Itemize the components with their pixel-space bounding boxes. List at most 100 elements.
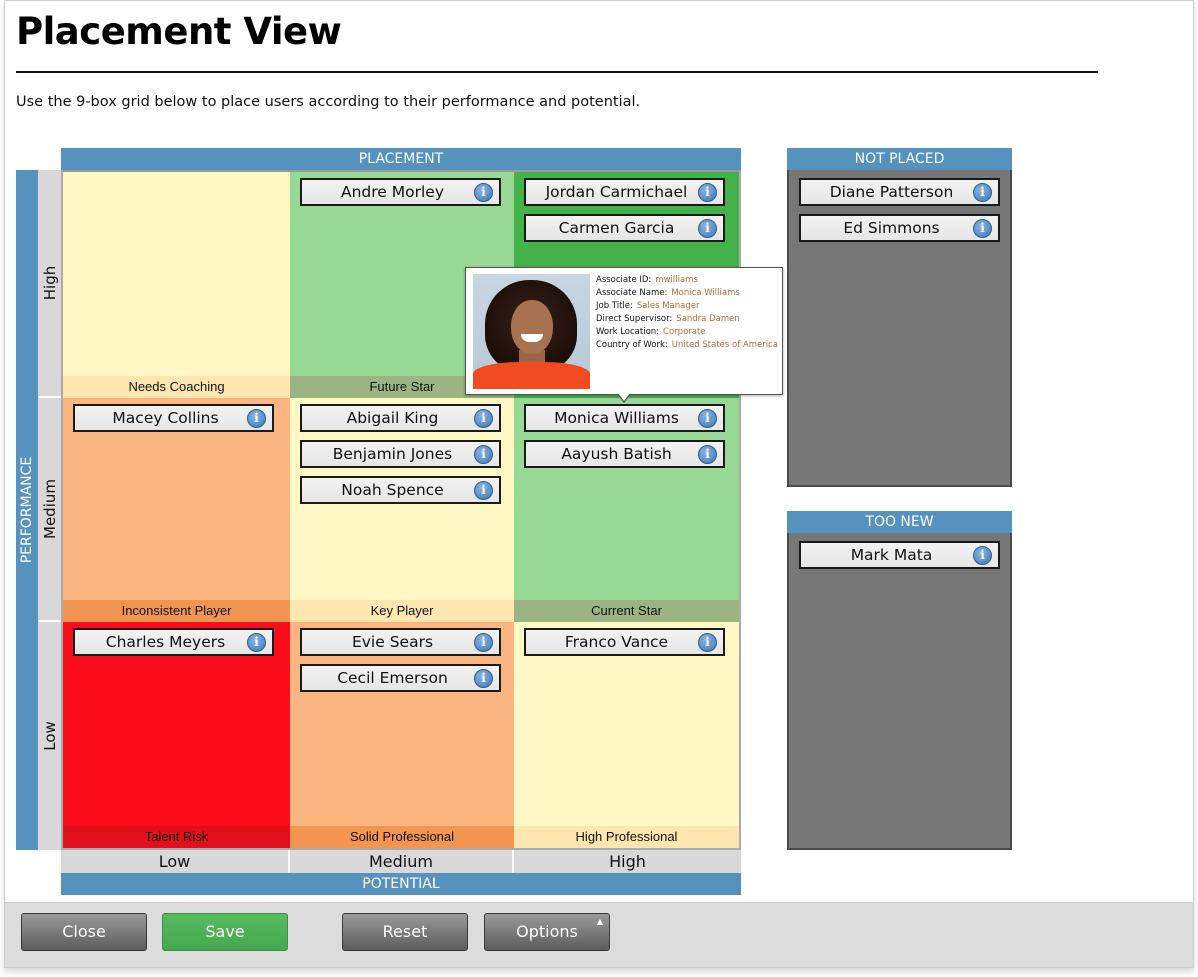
potential-col-labels: Low Medium High xyxy=(61,850,741,873)
info-icon[interactable]: i xyxy=(698,633,717,652)
person-name: Abigail King xyxy=(346,409,439,427)
detail-row: Associate Name: Monica Williams xyxy=(596,287,778,300)
close-button[interactable]: Close xyxy=(21,913,147,951)
person-name: Monica Williams xyxy=(554,409,679,427)
not-placed-header: NOT PLACED xyxy=(787,148,1012,170)
cell-caption: Key Player xyxy=(290,600,514,622)
person-name: Carmen Garcia xyxy=(558,219,675,237)
detail-label: Work Location: xyxy=(596,327,660,337)
person-card-cecil-emerson[interactable]: Cecil Emerson i xyxy=(300,664,501,692)
cell-inconsistent-player[interactable]: Inconsistent Player Macey Collins i xyxy=(63,398,290,622)
cell-solid-professional[interactable]: Solid Professional Evie Sears i Cecil Emers… xyxy=(290,622,514,848)
info-icon[interactable]: i xyxy=(474,669,493,688)
cell-talent-risk[interactable]: Talent Risk Charles Meyers i xyxy=(63,622,290,848)
person-card-aayush-batish[interactable]: Aayush Batish i xyxy=(524,440,725,468)
performance-row-labels: High Medium Low xyxy=(38,170,61,850)
person-name: Charles Meyers xyxy=(105,633,226,651)
person-name: Franco Vance xyxy=(564,633,669,651)
info-icon[interactable]: i xyxy=(247,633,266,652)
col-label-medium: Medium xyxy=(290,850,514,873)
person-card-andre-morley[interactable]: Andre Morley i xyxy=(300,178,501,206)
person-name: Jordan Carmichael xyxy=(545,183,688,201)
detail-value: United States of America xyxy=(671,340,778,350)
reset-button[interactable]: Reset xyxy=(342,913,468,951)
cell-high-professional[interactable]: High Professional Franco Vance i xyxy=(514,622,739,848)
info-icon[interactable]: i xyxy=(973,183,992,202)
placement-header: PLACEMENT xyxy=(61,148,741,170)
detail-label: Country of Work: xyxy=(596,340,668,350)
info-icon[interactable]: i xyxy=(474,409,493,428)
associate-details: Associate ID: mwilliams Associate Name: Mon… xyxy=(596,274,778,352)
detail-row: Work Location: Corporate xyxy=(596,326,778,339)
person-card-jordan-carmichael[interactable]: Jordan Carmichael i xyxy=(524,178,725,206)
person-card-franco-vance[interactable]: Franco Vance i xyxy=(524,628,725,656)
caret-up-icon: ▲ xyxy=(596,917,603,926)
info-icon[interactable]: i xyxy=(474,445,493,464)
info-icon[interactable]: i xyxy=(247,409,266,428)
detail-value: Sales Manager xyxy=(636,301,700,311)
person-name: Benjamin Jones xyxy=(332,445,453,463)
info-icon[interactable]: i xyxy=(973,219,992,238)
info-icon[interactable]: i xyxy=(698,445,717,464)
not-placed-panel[interactable]: Diane Patterson i Ed Simmons i xyxy=(787,170,1012,487)
page-intro: Use the 9-box grid below to place users … xyxy=(16,94,641,110)
person-name: Aayush Batish xyxy=(561,445,672,463)
cell-caption: Inconsistent Player xyxy=(63,600,290,622)
person-card-charles-meyers[interactable]: Charles Meyers i xyxy=(73,628,274,656)
detail-row: Direct Supervisor: Sandra Damen xyxy=(596,313,778,326)
cell-current-star[interactable]: Current Star Monica Williams i Aayush Batis… xyxy=(514,398,739,622)
person-card-evie-sears[interactable]: Evie Sears i xyxy=(300,628,501,656)
info-icon[interactable]: i xyxy=(698,183,717,202)
detail-label: Associate Name: xyxy=(596,288,668,298)
person-name: Macey Collins xyxy=(112,409,219,427)
row-label-high: High xyxy=(38,170,61,398)
person-card-monica-williams[interactable]: Monica Williams i xyxy=(524,404,725,432)
col-label-low: Low xyxy=(61,850,290,873)
row-label-medium: Medium xyxy=(38,398,61,622)
info-icon[interactable]: i xyxy=(474,183,493,202)
cell-key-player[interactable]: Key Player Abigail King i Benjamin Jones i No… xyxy=(290,398,514,622)
info-icon[interactable]: i xyxy=(698,219,717,238)
person-card-diane-patterson[interactable]: Diane Patterson i xyxy=(799,178,1000,206)
tooltip-pointer xyxy=(617,393,631,403)
potential-header: POTENTIAL xyxy=(61,873,741,895)
detail-value: Monica Williams xyxy=(671,288,740,298)
options-label: Options xyxy=(516,922,578,941)
info-icon[interactable]: i xyxy=(698,409,717,428)
detail-row: Associate ID: mwilliams xyxy=(596,274,778,287)
associate-tooltip: Associate ID: mwilliams Associate Name: Mon… xyxy=(465,267,783,395)
person-card-carmen-garcia[interactable]: Carmen Garcia i xyxy=(524,214,725,242)
detail-label: Job Title: xyxy=(596,301,633,311)
options-button[interactable]: Options ▲ xyxy=(484,913,610,951)
person-name: Andre Morley xyxy=(340,183,444,201)
person-card-mark-mata[interactable]: Mark Mata i xyxy=(799,541,1000,569)
cell-caption: Current Star xyxy=(514,600,739,622)
person-name: Noah Spence xyxy=(341,481,444,499)
title-divider xyxy=(16,71,1098,73)
person-card-abigail-king[interactable]: Abigail King i xyxy=(300,404,501,432)
cell-caption: Solid Professional xyxy=(290,826,514,848)
person-name: Cecil Emerson xyxy=(337,669,448,687)
col-label-high: High xyxy=(514,850,741,873)
person-card-benjamin-jones[interactable]: Benjamin Jones i xyxy=(300,440,501,468)
detail-label: Associate ID: xyxy=(596,275,652,285)
info-icon[interactable]: i xyxy=(474,481,493,500)
cell-caption: High Professional xyxy=(514,826,739,848)
detail-value: mwilliams xyxy=(655,275,698,285)
person-card-macey-collins[interactable]: Macey Collins i xyxy=(73,404,274,432)
performance-header: PERFORMANCE xyxy=(16,170,38,850)
detail-value: Corporate xyxy=(663,327,706,337)
save-button[interactable]: Save xyxy=(162,913,288,951)
page-title: Placement View xyxy=(16,10,342,53)
info-icon[interactable]: i xyxy=(474,633,493,652)
detail-value: Sandra Damen xyxy=(676,314,740,324)
info-icon[interactable]: i xyxy=(973,546,992,565)
person-name: Evie Sears xyxy=(351,633,434,651)
cell-caption: Needs Coaching xyxy=(63,376,290,398)
person-card-ed-simmons[interactable]: Ed Simmons i xyxy=(799,214,1000,242)
person-name: Mark Mata xyxy=(850,546,933,564)
associate-photo xyxy=(473,274,590,389)
person-card-noah-spence[interactable]: Noah Spence i xyxy=(300,476,501,504)
too-new-panel[interactable]: Mark Mata i xyxy=(787,533,1012,850)
cell-needs-coaching[interactable]: Needs Coaching xyxy=(63,172,290,398)
